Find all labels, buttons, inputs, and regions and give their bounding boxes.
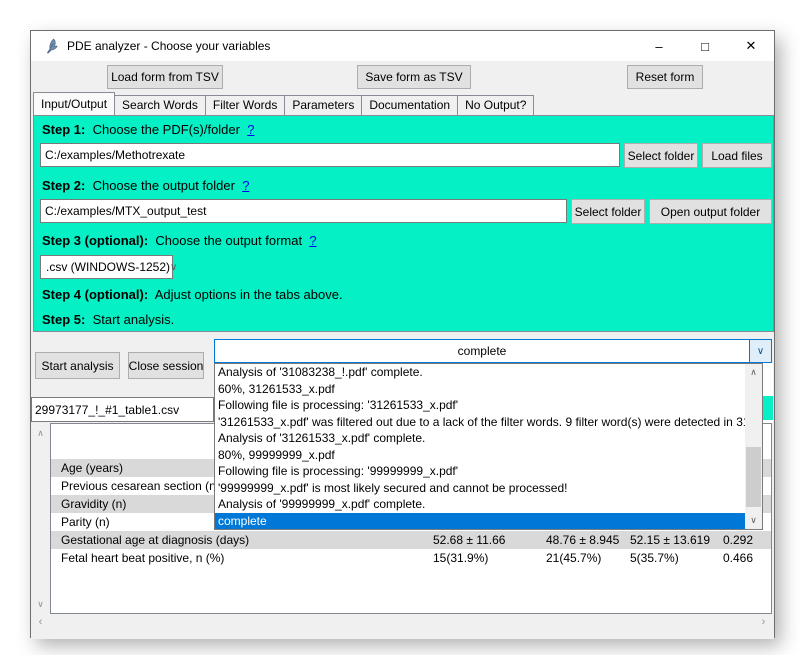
step1-row: Step 1: Choose the PDF(s)/folder ?	[42, 122, 254, 137]
log-item[interactable]: Following file is processing: '99999999_…	[215, 463, 745, 480]
pdf-folder-input[interactable]	[40, 143, 620, 167]
log-item[interactable]: Analysis of '31261533_x.pdf' complete.	[215, 430, 745, 447]
minimize-icon[interactable]: –	[636, 31, 682, 61]
table-horizontal-scrollbar[interactable]: ‹ ›	[32, 613, 772, 631]
app-window: PDE analyzer - Choose your variables – □…	[30, 30, 775, 638]
cell-value: 5(35.7%)	[630, 549, 679, 567]
row-label: Fetal heart beat positive, n (%)	[61, 549, 224, 567]
session-panel: Start analysis Close session complete ∨ …	[31, 332, 774, 639]
step2-help-link[interactable]: ?	[242, 178, 249, 193]
log-item-selected[interactable]: complete	[215, 513, 745, 530]
save-form-tsv-button[interactable]: Save form as TSV	[357, 65, 471, 89]
notebook-tabs: Input/Output Search Words Filter Words P…	[33, 92, 533, 115]
step2-select-folder-button[interactable]: Select folder	[571, 199, 645, 224]
step2-text: Choose the output folder	[93, 178, 235, 193]
log-item[interactable]: 60%, 31261533_x.pdf	[215, 381, 745, 398]
cell-value: 48.76 ± 8.945	[546, 531, 619, 549]
current-file-input[interactable]	[31, 397, 214, 422]
log-selected-value: complete	[215, 344, 749, 358]
log-item[interactable]: Analysis of '99999999_x.pdf' complete.	[215, 496, 745, 513]
tab-documentation[interactable]: Documentation	[361, 95, 458, 115]
step3-label: Step 3 (optional):	[42, 233, 148, 248]
step3-row: Step 3 (optional): Choose the output for…	[42, 233, 317, 248]
step1-text: Choose the PDF(s)/folder	[93, 122, 240, 137]
tab-input-output[interactable]: Input/Output	[33, 92, 115, 115]
scroll-up-icon[interactable]: ∧	[32, 425, 49, 442]
chevron-down-icon: ∨	[170, 262, 177, 273]
scroll-up-icon[interactable]: ∧	[745, 364, 762, 381]
row-label: Age (years)	[61, 459, 123, 477]
popup-scrollbar[interactable]: ∧ ∨	[745, 364, 762, 529]
step1-help-link[interactable]: ?	[247, 122, 254, 137]
popup-scrollbar-thumb[interactable]	[746, 447, 761, 507]
close-icon[interactable]: ✕	[728, 31, 774, 61]
load-form-tsv-button[interactable]: Load form from TSV	[107, 65, 223, 89]
load-files-button[interactable]: Load files	[702, 143, 772, 168]
output-format-value: .csv (WINDOWS-1252)	[41, 260, 170, 274]
log-item[interactable]: Following file is processing: '31261533_…	[215, 397, 745, 414]
tab-filter-words[interactable]: Filter Words	[205, 95, 285, 115]
scroll-right-icon[interactable]: ›	[755, 614, 772, 631]
scroll-left-icon[interactable]: ‹	[32, 614, 49, 631]
cell-value: 0.292	[723, 531, 753, 549]
output-folder-input[interactable]	[40, 199, 567, 223]
table-row[interactable]: Gestational age at diagnosis (days) 52.6…	[51, 531, 771, 549]
input-output-panel: Step 1: Choose the PDF(s)/folder ? Selec…	[33, 115, 774, 332]
log-item[interactable]: '99999999_x.pdf' is most likely secured …	[215, 480, 745, 497]
row-label: Previous cesarean section (n)	[61, 477, 220, 495]
row-label: Gestational age at diagnosis (days)	[61, 531, 249, 549]
row-label: Gravidity (n)	[61, 495, 126, 513]
step3-text: Choose the output format	[155, 233, 302, 248]
cell-value: 52.15 ± 13.619	[630, 531, 710, 549]
log-dropdown-list: Analysis of '31083238_!.pdf' complete. 6…	[215, 364, 745, 529]
table-vertical-scrollbar[interactable]: ∧ ∨	[32, 425, 49, 613]
cell-value: 52.68 ± 11.66	[433, 531, 505, 549]
scroll-down-icon[interactable]: ∨	[745, 512, 762, 529]
step5-text: Start analysis.	[93, 312, 175, 327]
step5-label: Step 5:	[42, 312, 85, 327]
log-item[interactable]: 80%, 99999999_x.pdf	[215, 447, 745, 464]
step1-label: Step 1:	[42, 122, 85, 137]
table-row[interactable]: Fetal heart beat positive, n (%) 15(31.9…	[51, 549, 771, 567]
maximize-icon[interactable]: □	[682, 31, 728, 61]
step5-row: Step 5: Start analysis.	[42, 312, 174, 327]
log-combobox[interactable]: complete ∨	[214, 339, 772, 363]
close-session-button[interactable]: Close session	[128, 352, 204, 379]
log-combobox-arrow[interactable]: ∨	[749, 340, 771, 362]
step4-row: Step 4 (optional): Adjust options in the…	[42, 287, 343, 302]
cell-value: 21(45.7%)	[546, 549, 601, 567]
output-format-combobox[interactable]: .csv (WINDOWS-1252) ∨	[40, 255, 173, 279]
step3-help-link[interactable]: ?	[309, 233, 316, 248]
step4-label: Step 4 (optional):	[42, 287, 148, 302]
log-item[interactable]: Analysis of '31083238_!.pdf' complete.	[215, 364, 745, 381]
chevron-down-icon: ∨	[757, 346, 764, 357]
log-item[interactable]: '31261533_x.pdf' was filtered out due to…	[215, 414, 745, 431]
desktop: PDE analyzer - Choose your variables – □…	[0, 0, 806, 655]
title-bar: PDE analyzer - Choose your variables – □…	[31, 31, 774, 61]
tab-no-output[interactable]: No Output?	[457, 95, 534, 115]
form-toolbar: Load form from TSV Save form as TSV Rese…	[31, 61, 774, 92]
cell-value: 15(31.9%)	[433, 549, 488, 567]
log-dropdown-popup: Analysis of '31083238_!.pdf' complete. 6…	[214, 363, 763, 530]
row-label: Parity (n)	[61, 513, 110, 531]
step2-label: Step 2:	[42, 178, 85, 193]
step4-text: Adjust options in the tabs above.	[155, 287, 343, 302]
step2-row: Step 2: Choose the output folder ?	[42, 178, 249, 193]
tab-search-words[interactable]: Search Words	[114, 95, 206, 115]
start-analysis-button[interactable]: Start analysis	[35, 352, 120, 379]
window-title: PDE analyzer - Choose your variables	[67, 39, 270, 53]
tab-parameters[interactable]: Parameters	[284, 95, 362, 115]
cell-value: 0.466	[723, 549, 753, 567]
python-feather-icon	[43, 38, 59, 54]
reset-form-button[interactable]: Reset form	[627, 65, 703, 89]
open-output-folder-button[interactable]: Open output folder	[649, 199, 772, 224]
step1-select-folder-button[interactable]: Select folder	[624, 143, 698, 168]
scroll-down-icon[interactable]: ∨	[32, 596, 49, 613]
